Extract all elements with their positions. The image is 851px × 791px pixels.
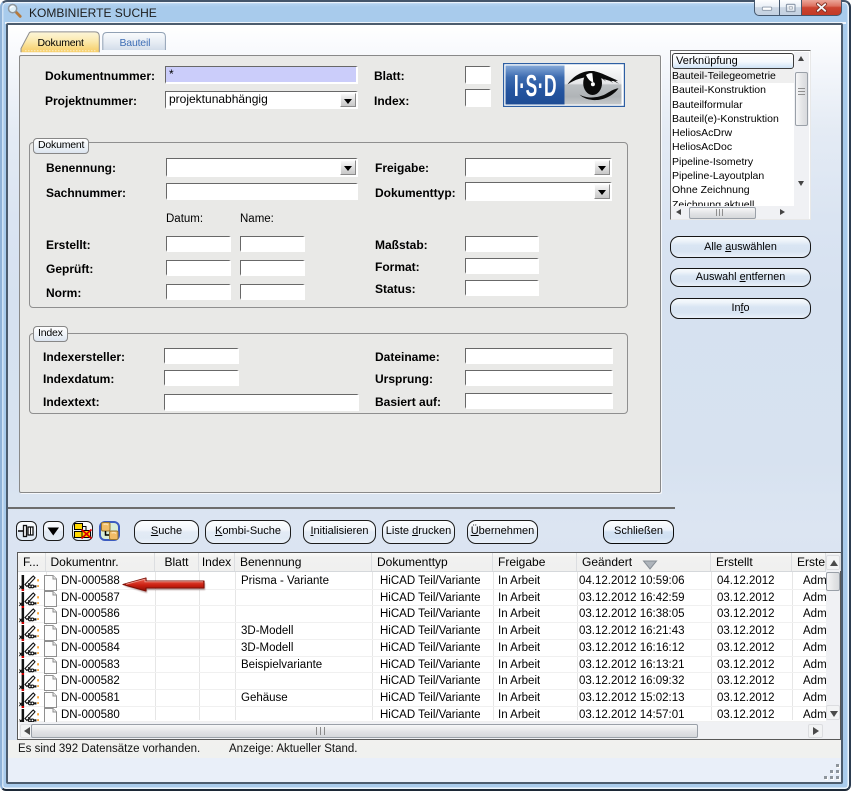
svg-text:I·S·D: I·S·D [514,69,557,104]
